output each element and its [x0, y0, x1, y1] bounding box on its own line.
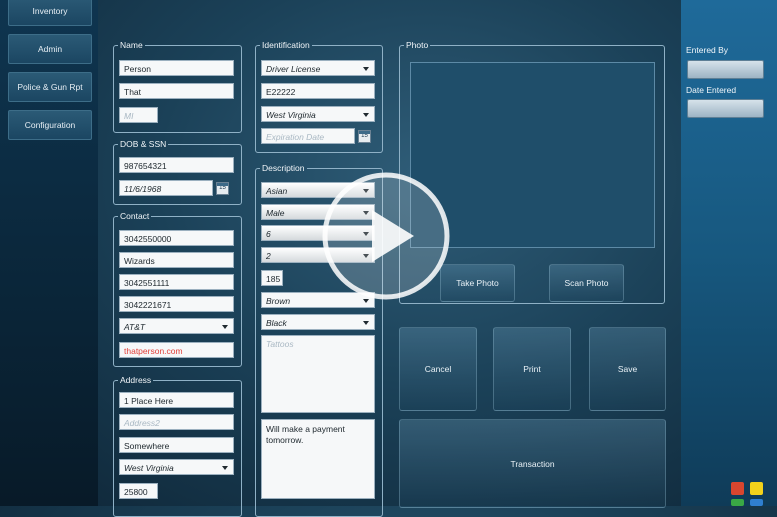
name-legend: Name [120, 40, 143, 50]
address-state-select[interactable]: West Virginia [119, 459, 234, 475]
nav-sidebar: Inventory Admin Police & Gun Rpt Configu… [0, 0, 98, 506]
id-number-field[interactable]: E22222 [261, 83, 375, 99]
transaction-button[interactable]: Transaction [399, 419, 666, 508]
zip-field[interactable]: 25800 [119, 483, 158, 499]
photo-legend: Photo [406, 40, 429, 50]
dob-ssn-legend: DOB & SSN [120, 139, 167, 149]
address-line2-field[interactable]: Address2 [119, 414, 234, 430]
work-phone-field[interactable]: 3042551111 [119, 274, 234, 290]
take-photo-button[interactable]: Take Photo [440, 264, 515, 302]
app-blue-icon[interactable] [750, 499, 763, 506]
email-field[interactable]: thatperson.com [119, 342, 234, 358]
notes-textarea[interactable]: Will make a payment tomorrow. [261, 419, 375, 499]
nav-admin-button[interactable]: Admin [8, 34, 92, 64]
play-video-icon[interactable] [322, 172, 450, 300]
description-legend: Description [262, 163, 305, 173]
first-name-field[interactable]: Person [119, 60, 234, 76]
app-red-icon[interactable] [731, 482, 744, 495]
contact-legend: Contact [120, 211, 150, 221]
nav-police-gun-report-button[interactable]: Police & Gun Rpt [8, 72, 92, 102]
middle-initial-field[interactable]: MI [119, 107, 158, 123]
entered-by-label: Entered By [686, 45, 729, 55]
cancel-button[interactable]: Cancel [399, 327, 477, 411]
date-entered-label: Date Entered [686, 85, 737, 95]
print-button[interactable]: Print [493, 327, 571, 411]
weight-field[interactable]: 185 [261, 270, 283, 286]
phone-field[interactable]: 3042550000 [119, 230, 234, 246]
id-state-select[interactable]: West Virginia [261, 106, 375, 122]
cell-phone-field[interactable]: 3042221671 [119, 296, 234, 312]
identification-legend: Identification [262, 40, 310, 50]
hair-color-select[interactable]: Black [261, 314, 375, 330]
address-legend: Address [120, 375, 152, 385]
last-name-field[interactable]: That [119, 83, 234, 99]
tattoos-textarea[interactable]: Tattoos [261, 335, 375, 413]
id-type-select[interactable]: Driver License [261, 60, 375, 76]
entered-by-field[interactable] [687, 60, 764, 79]
expiration-date-field[interactable]: Expiration Date [261, 128, 355, 144]
save-button[interactable]: Save [589, 327, 666, 411]
dob-calendar-icon[interactable]: 15 [216, 182, 229, 195]
employer-field[interactable]: Wizards [119, 252, 234, 268]
carrier-select[interactable]: AT&T [119, 318, 234, 334]
city-field[interactable]: Somewhere [119, 437, 234, 453]
nav-inventory-button[interactable]: Inventory [8, 0, 92, 26]
scan-photo-button[interactable]: Scan Photo [549, 264, 624, 302]
right-sidebar: Entered By Date Entered [681, 0, 777, 506]
nav-configuration-button[interactable]: Configuration [8, 110, 92, 140]
app-yellow-icon[interactable] [750, 482, 763, 495]
address-line1-field[interactable]: 1 Place Here [119, 392, 234, 408]
dob-field[interactable]: 11/6/1968 [119, 180, 213, 196]
ssn-field[interactable]: 987654321 [119, 157, 234, 173]
app-green-icon[interactable] [731, 499, 744, 506]
expiration-calendar-icon[interactable]: 15 [358, 130, 371, 143]
date-entered-field[interactable] [687, 99, 764, 118]
